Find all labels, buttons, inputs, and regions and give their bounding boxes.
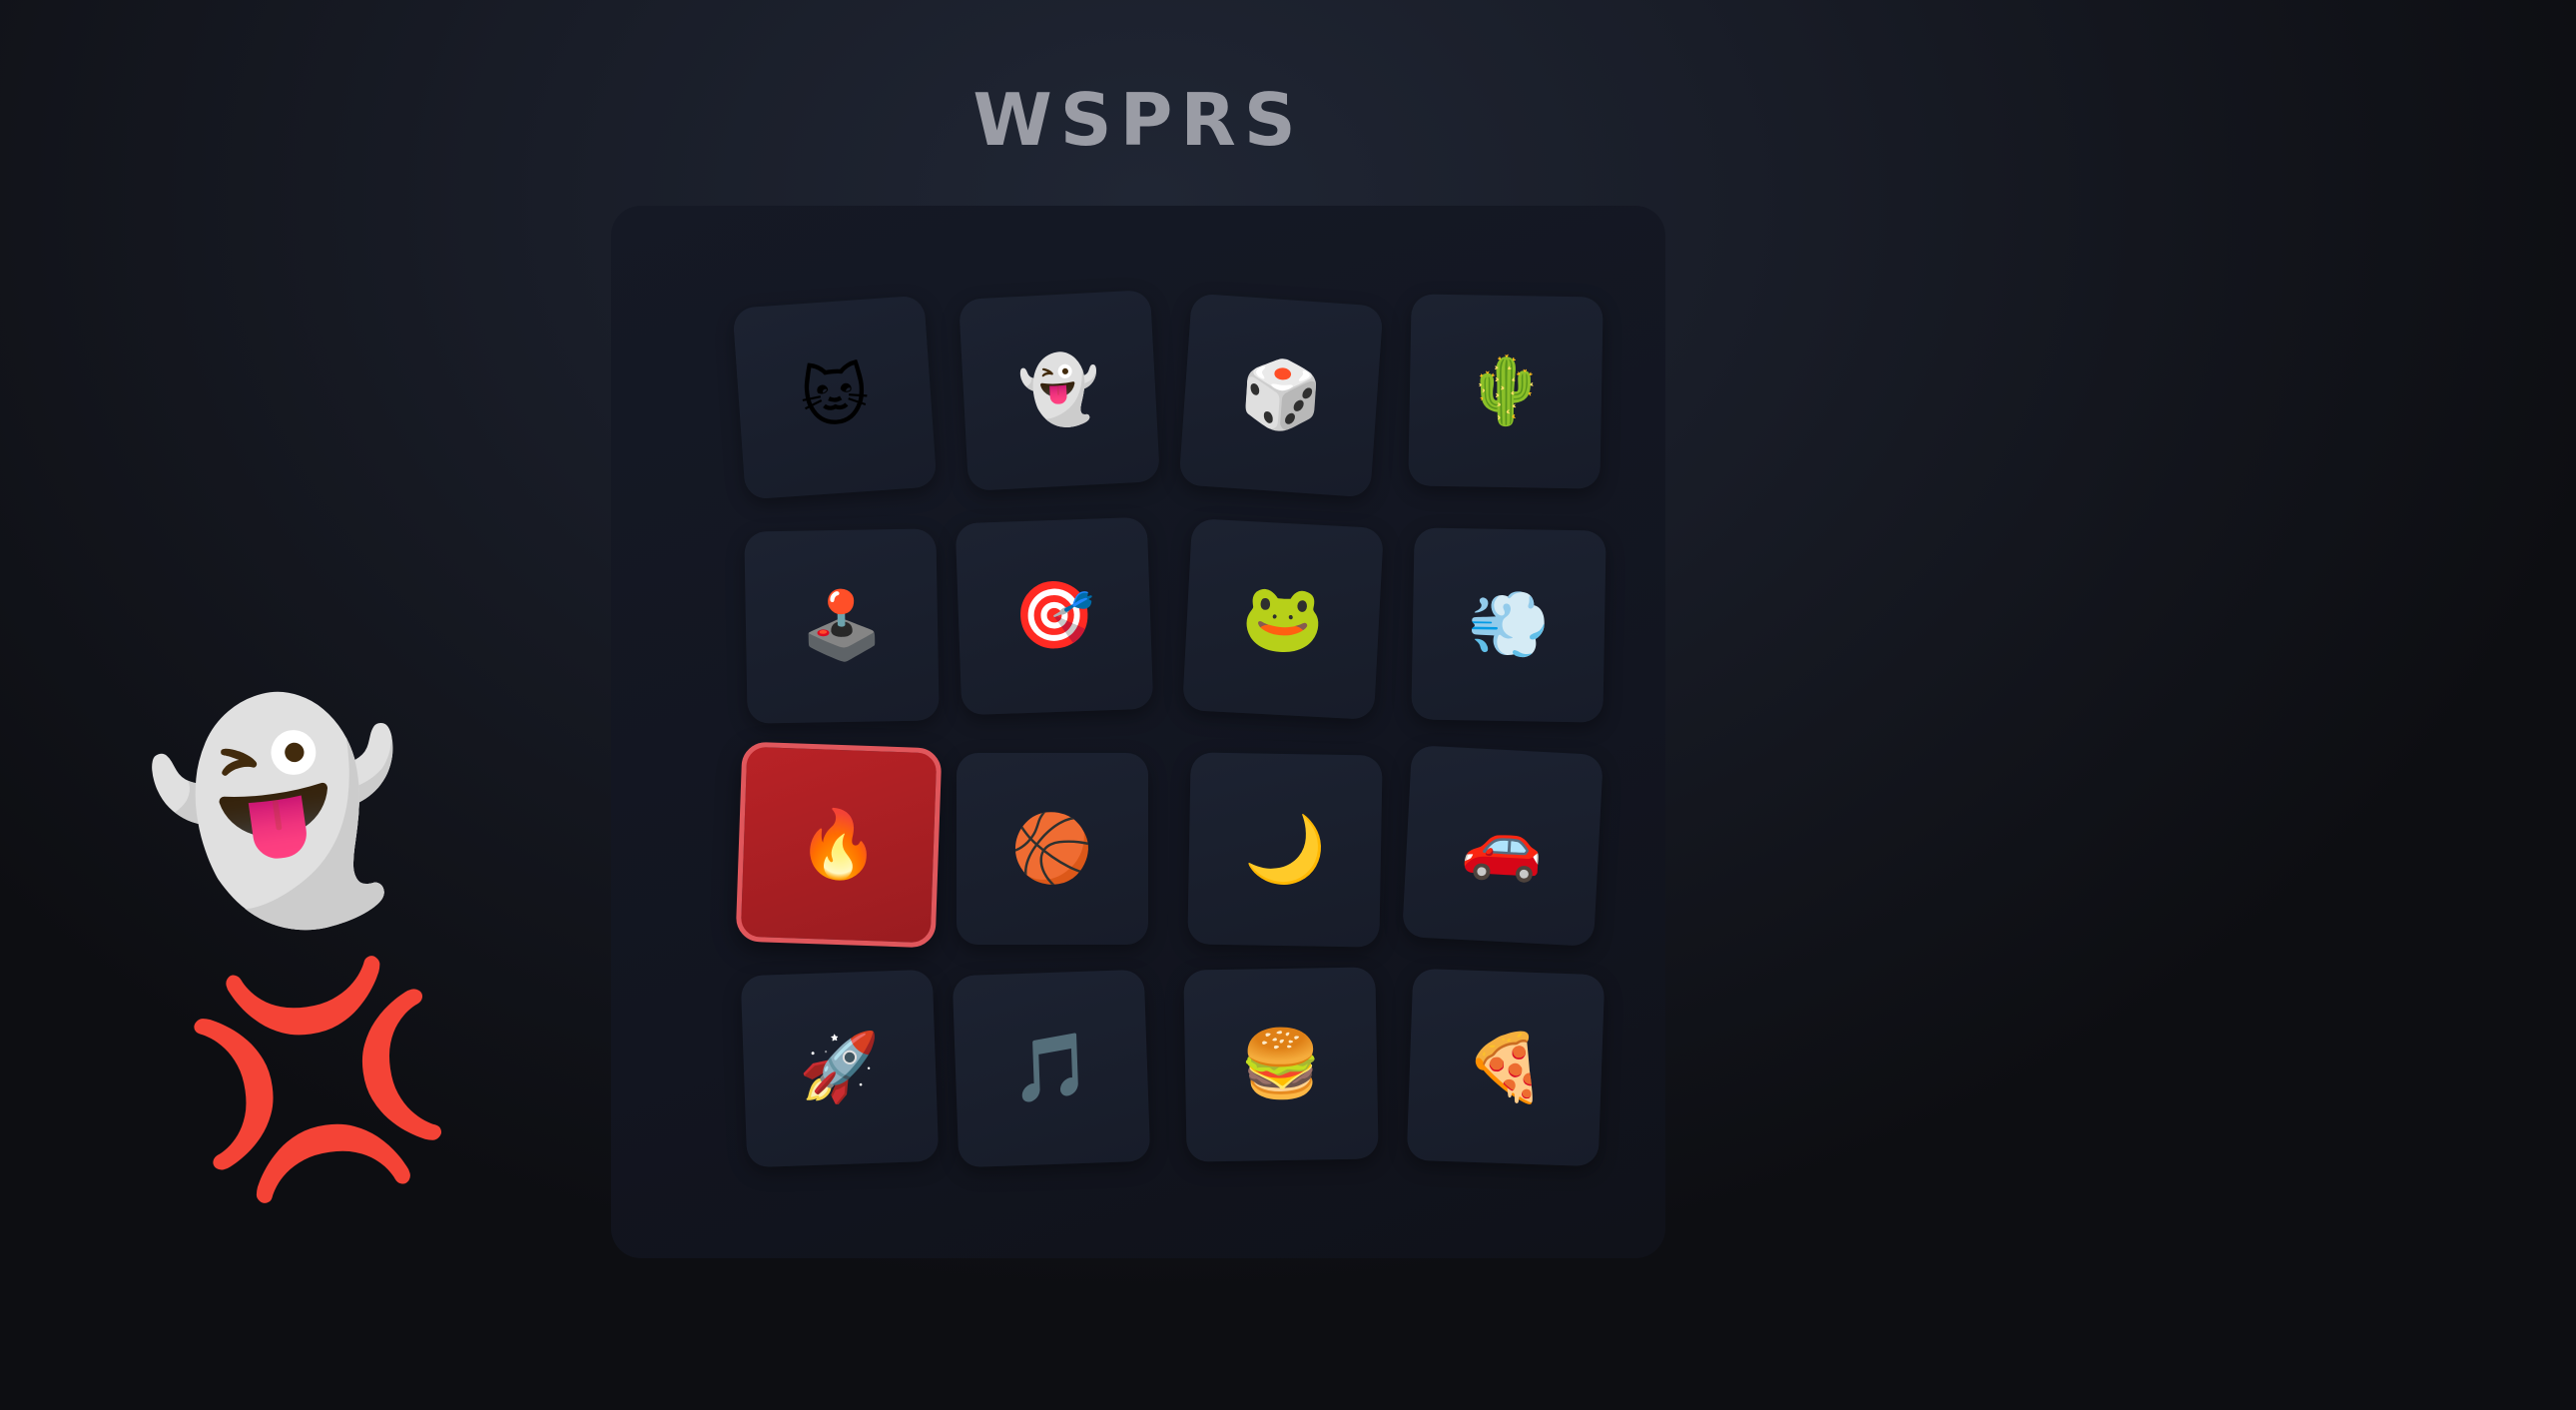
tile-grid: 🐱 👻 🎲 🌵 🕹️ 🎯 🐸 💨 🔥 🏀 🌙 🚗 🚀 🎵 🍔 🍕 (611, 206, 1665, 1258)
tile-direct-hit[interactable]: 🎯 (955, 516, 1154, 716)
tile-hamburger[interactable]: 🍔 (1183, 967, 1379, 1162)
tile-game-die[interactable]: 🎲 (1178, 293, 1384, 498)
tile-cat[interactable]: 🐱 (732, 295, 938, 500)
tile-cactus[interactable]: 🌵 (1408, 294, 1604, 489)
angry-ghost-icon: 👻💢 (134, 672, 464, 1218)
tile-fire-selected[interactable]: 🔥 (735, 741, 943, 949)
tile-rocket[interactable]: 🚀 (740, 969, 940, 1168)
tile-pizza[interactable]: 🍕 (1406, 968, 1606, 1167)
tile-car[interactable]: 🚗 (1402, 745, 1604, 947)
game-title: WSPRS (972, 78, 1304, 162)
tile-frog[interactable]: 🐸 (1182, 518, 1384, 720)
tile-dash-cloud[interactable]: 💨 (1411, 527, 1607, 723)
tile-joystick[interactable]: 🕹️ (744, 528, 940, 724)
tile-basketball[interactable]: 🏀 (957, 753, 1148, 945)
tile-music-note[interactable]: 🎵 (952, 969, 1151, 1168)
tile-ghost[interactable]: 👻 (959, 290, 1160, 491)
tile-crescent-moon[interactable]: 🌙 (1187, 752, 1383, 948)
